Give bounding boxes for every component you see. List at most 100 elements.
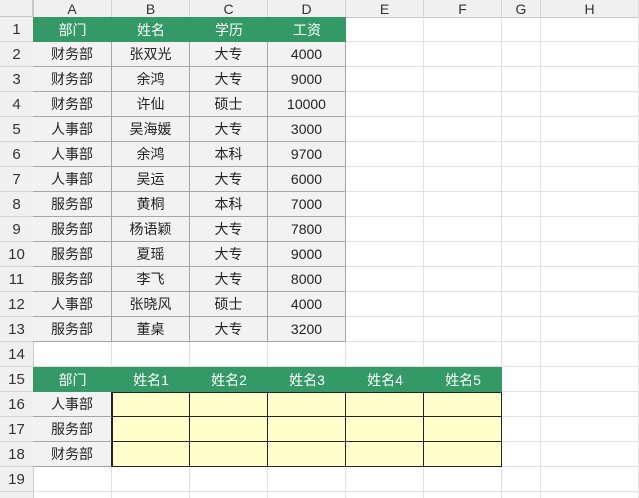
lookup-input-cell[interactable] <box>424 392 502 417</box>
table-cell[interactable]: 服务部 <box>33 192 112 217</box>
table-cell[interactable]: 董桌 <box>112 317 190 342</box>
lookup-department-cell[interactable]: 财务部 <box>33 442 112 467</box>
lookup-input-cell[interactable] <box>268 442 346 467</box>
column-header-e[interactable]: E <box>346 0 424 17</box>
table-cell[interactable]: 10000 <box>268 92 346 117</box>
lookup-input-cell[interactable] <box>346 442 424 467</box>
row-header-8[interactable]: 8 <box>0 192 33 217</box>
lookup-department-cell[interactable]: 人事部 <box>33 392 112 417</box>
table-cell[interactable]: 硕士 <box>190 292 268 317</box>
table-cell[interactable]: 吴运 <box>112 167 190 192</box>
lookup-input-cell[interactable] <box>190 417 268 442</box>
lookup-header-cell[interactable]: 姓名2 <box>190 367 268 392</box>
table-cell[interactable]: 7000 <box>268 192 346 217</box>
column-header-a[interactable]: A <box>33 0 112 17</box>
lookup-header-cell[interactable]: 姓名3 <box>268 367 346 392</box>
row-header-10[interactable]: 10 <box>0 242 33 267</box>
table-cell[interactable]: 人事部 <box>33 167 112 192</box>
table-cell[interactable]: 服务部 <box>33 267 112 292</box>
row-header-4[interactable]: 4 <box>0 92 33 117</box>
table-cell[interactable]: 余鸿 <box>112 142 190 167</box>
row-header-13[interactable]: 13 <box>0 317 33 342</box>
table-cell[interactable]: 大专 <box>190 67 268 92</box>
table-cell[interactable]: 许仙 <box>112 92 190 117</box>
table-cell[interactable]: 大专 <box>190 42 268 67</box>
column-header-b[interactable]: B <box>112 0 190 17</box>
lookup-input-cell[interactable] <box>268 417 346 442</box>
row-header-16[interactable]: 16 <box>0 392 33 417</box>
table-cell[interactable]: 8000 <box>268 267 346 292</box>
table-cell[interactable]: 3200 <box>268 317 346 342</box>
lookup-input-cell[interactable] <box>190 392 268 417</box>
row-header-17[interactable]: 17 <box>0 417 33 442</box>
table-header-cell[interactable]: 学历 <box>190 17 268 42</box>
lookup-department-cell[interactable]: 服务部 <box>33 417 112 442</box>
table-cell[interactable]: 夏瑶 <box>112 242 190 267</box>
row-header-5[interactable]: 5 <box>0 117 33 142</box>
table-cell[interactable]: 9000 <box>268 242 346 267</box>
table-cell[interactable]: 本科 <box>190 192 268 217</box>
lookup-input-cell[interactable] <box>190 442 268 467</box>
column-header-h[interactable]: H <box>541 0 639 17</box>
table-cell[interactable]: 人事部 <box>33 142 112 167</box>
column-header-g[interactable]: G <box>502 0 541 17</box>
row-header-6[interactable]: 6 <box>0 142 33 167</box>
row-header-3[interactable]: 3 <box>0 67 33 92</box>
table-cell[interactable]: 财务部 <box>33 42 112 67</box>
table-header-cell[interactable]: 工资 <box>268 17 346 42</box>
row-header-2[interactable]: 2 <box>0 42 33 67</box>
lookup-header-cell[interactable]: 姓名5 <box>424 367 502 392</box>
table-cell[interactable]: 大专 <box>190 217 268 242</box>
table-cell[interactable]: 人事部 <box>33 292 112 317</box>
table-cell[interactable]: 大专 <box>190 267 268 292</box>
select-all-corner[interactable] <box>0 0 33 17</box>
lookup-input-cell[interactable] <box>424 442 502 467</box>
table-cell[interactable]: 服务部 <box>33 242 112 267</box>
table-cell[interactable]: 9700 <box>268 142 346 167</box>
lookup-header-cell[interactable]: 部门 <box>33 367 112 392</box>
table-cell[interactable]: 9000 <box>268 67 346 92</box>
row-header-18[interactable]: 18 <box>0 442 33 467</box>
table-cell[interactable]: 7800 <box>268 217 346 242</box>
table-header-cell[interactable]: 部门 <box>33 17 112 42</box>
row-header-15[interactable]: 15 <box>0 367 33 392</box>
column-header-c[interactable]: C <box>190 0 268 17</box>
table-cell[interactable]: 本科 <box>190 142 268 167</box>
table-cell[interactable]: 大专 <box>190 167 268 192</box>
table-cell[interactable]: 李飞 <box>112 267 190 292</box>
lookup-input-cell[interactable] <box>424 417 502 442</box>
table-cell[interactable]: 黄桐 <box>112 192 190 217</box>
table-cell[interactable]: 4000 <box>268 42 346 67</box>
table-header-cell[interactable]: 姓名 <box>112 17 190 42</box>
table-cell[interactable]: 3000 <box>268 117 346 142</box>
column-header-d[interactable]: D <box>268 0 346 17</box>
table-cell[interactable]: 财务部 <box>33 67 112 92</box>
table-cell[interactable]: 杨语颖 <box>112 217 190 242</box>
table-cell[interactable]: 硕士 <box>190 92 268 117</box>
table-cell[interactable]: 4000 <box>268 292 346 317</box>
table-cell[interactable]: 大专 <box>190 242 268 267</box>
table-cell[interactable]: 6000 <box>268 167 346 192</box>
table-cell[interactable]: 张双光 <box>112 42 190 67</box>
row-header-12[interactable]: 12 <box>0 292 33 317</box>
column-header-f[interactable]: F <box>424 0 502 17</box>
table-cell[interactable]: 大专 <box>190 117 268 142</box>
row-header-9[interactable]: 9 <box>0 217 33 242</box>
lookup-header-cell[interactable]: 姓名4 <box>346 367 424 392</box>
lookup-input-cell[interactable] <box>346 417 424 442</box>
row-header-7[interactable]: 7 <box>0 167 33 192</box>
row-header-11[interactable]: 11 <box>0 267 33 292</box>
lookup-input-cell[interactable] <box>112 417 190 442</box>
lookup-input-cell[interactable] <box>268 392 346 417</box>
table-cell[interactable]: 财务部 <box>33 92 112 117</box>
lookup-input-cell[interactable] <box>346 392 424 417</box>
table-cell[interactable]: 服务部 <box>33 317 112 342</box>
table-cell[interactable]: 吴海媛 <box>112 117 190 142</box>
row-header-1[interactable]: 1 <box>0 17 33 42</box>
table-cell[interactable]: 余鸿 <box>112 67 190 92</box>
table-cell[interactable]: 服务部 <box>33 217 112 242</box>
lookup-input-cell[interactable] <box>112 442 190 467</box>
lookup-input-cell[interactable] <box>112 392 190 417</box>
table-cell[interactable]: 大专 <box>190 317 268 342</box>
table-cell[interactable]: 张晓风 <box>112 292 190 317</box>
